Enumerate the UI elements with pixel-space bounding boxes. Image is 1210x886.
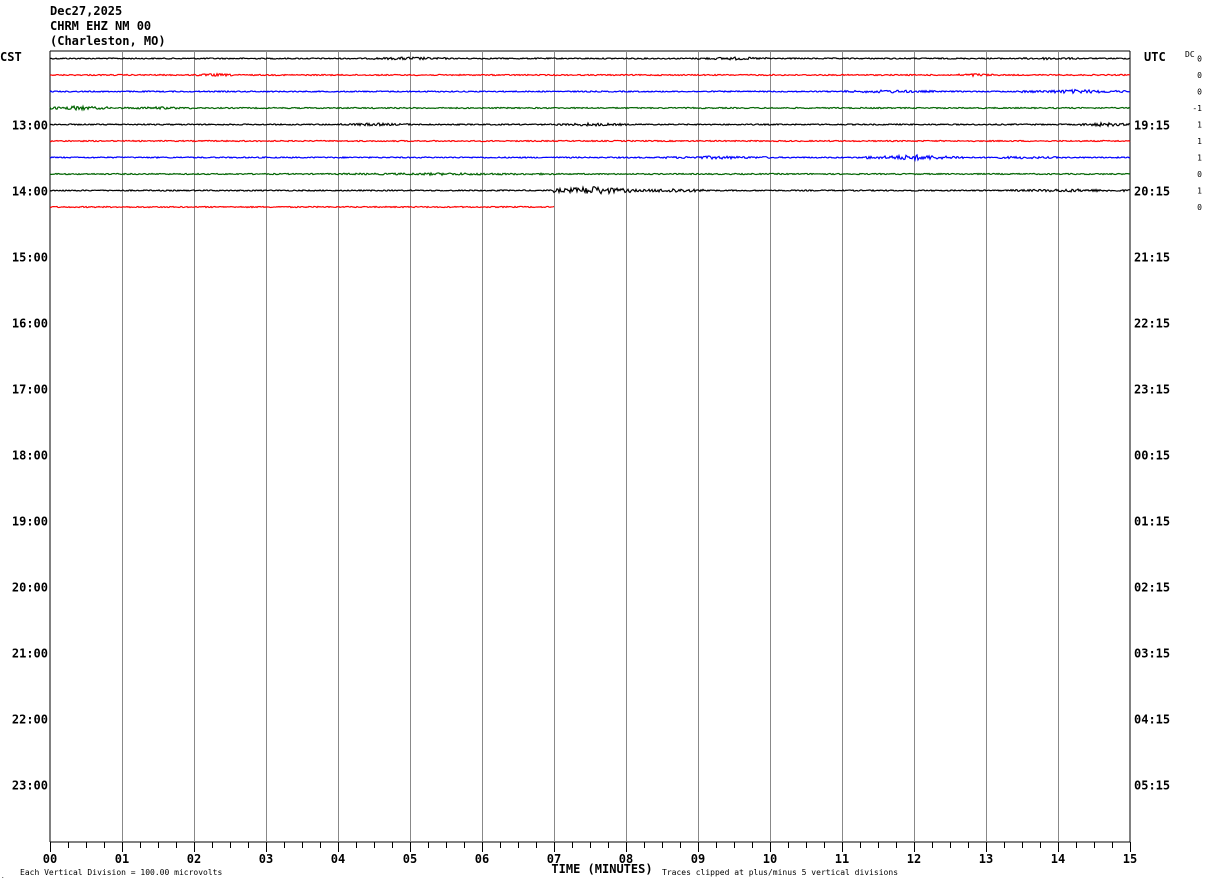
right-hour-label: 03:15	[1134, 647, 1170, 661]
dc-offset-value: 0	[1197, 88, 1202, 97]
clipping-note: Traces clipped at plus/minus 5 vertical …	[662, 868, 898, 877]
left-hour-label: 20:00	[12, 581, 48, 595]
dc-offset-value: 1	[1197, 121, 1202, 130]
left-hour-label: 23:00	[12, 779, 48, 793]
right-hour-label: 22:15	[1134, 317, 1170, 331]
seismic-trace	[49, 104, 1131, 112]
seismic-trace	[49, 171, 1131, 177]
seismic-trace	[49, 56, 1131, 61]
right-hour-label: 02:15	[1134, 581, 1170, 595]
right-hour-label: 04:15	[1134, 713, 1170, 727]
x-tick-label: 04	[331, 852, 345, 866]
dc-offset-value: -1	[1192, 104, 1202, 113]
seismic-trace	[49, 72, 1131, 78]
x-tick-label: 11	[835, 852, 849, 866]
left-hour-label: 21:00	[12, 647, 48, 661]
dc-offset-value: 0	[1197, 55, 1202, 64]
x-axis-label: TIME (MINUTES)	[551, 862, 652, 876]
dc-offset-value: 1	[1197, 154, 1202, 163]
x-tick-label: 14	[1051, 852, 1065, 866]
left-hour-label: 13:00	[12, 119, 48, 133]
right-hour-label: 01:15	[1134, 515, 1170, 529]
left-timezone-label: CST	[0, 50, 22, 64]
x-tick-label: 02	[187, 852, 201, 866]
dc-offset-value: 0	[1197, 71, 1202, 80]
seismic-trace	[49, 205, 555, 209]
left-hour-label: 16:00	[12, 317, 48, 331]
x-tick-label: 10	[763, 852, 777, 866]
right-hour-label: 19:15	[1134, 119, 1170, 133]
seismic-trace	[49, 185, 1131, 196]
right-hour-label: 00:15	[1134, 449, 1170, 463]
seismic-trace	[49, 153, 1131, 163]
x-tick-label: 06	[475, 852, 489, 866]
dc-offset-value: 1	[1197, 137, 1202, 146]
left-hour-label: 22:00	[12, 713, 48, 727]
left-hour-label: 18:00	[12, 449, 48, 463]
dc-offset-value: 1	[1197, 187, 1202, 196]
x-tick-label: 09	[691, 852, 705, 866]
seismic-trace	[49, 139, 1131, 143]
helicorder-plot: 00 01 02 03 04 05 06 07 08 09 10 11 12 13 14 15CST UTC DC…	[0, 50, 1202, 880]
right-timezone-label: UTC	[1144, 50, 1166, 64]
vertical-division-note: Each Vertical Division = 100.00 microvol…	[20, 868, 222, 877]
right-hour-label: 20:15	[1134, 185, 1170, 199]
right-hour-label: 05:15	[1134, 779, 1170, 793]
dc-header-label: DC	[1185, 50, 1195, 59]
dc-offset-value: 0	[1197, 203, 1202, 212]
x-tick-label: 13	[979, 852, 993, 866]
x-tick-label: 12	[907, 852, 921, 866]
corner-mark: .	[1, 873, 5, 880]
left-hour-label: 17:00	[12, 383, 48, 397]
x-tick-label: 01	[115, 852, 129, 866]
x-tick-label: 15	[1123, 852, 1137, 866]
left-hour-label: 15:00	[12, 251, 48, 265]
right-hour-label: 21:15	[1134, 251, 1170, 265]
seismic-trace	[49, 121, 1131, 128]
x-tick-label: 00	[43, 852, 57, 866]
left-hour-label: 14:00	[12, 185, 48, 199]
x-tick-label: 03	[259, 852, 273, 866]
right-hour-label: 23:15	[1134, 383, 1170, 397]
x-tick-label: 05	[403, 852, 417, 866]
left-hour-label: 19:00	[12, 515, 48, 529]
seismic-trace	[49, 88, 1131, 95]
dc-offset-value: 0	[1197, 170, 1202, 179]
